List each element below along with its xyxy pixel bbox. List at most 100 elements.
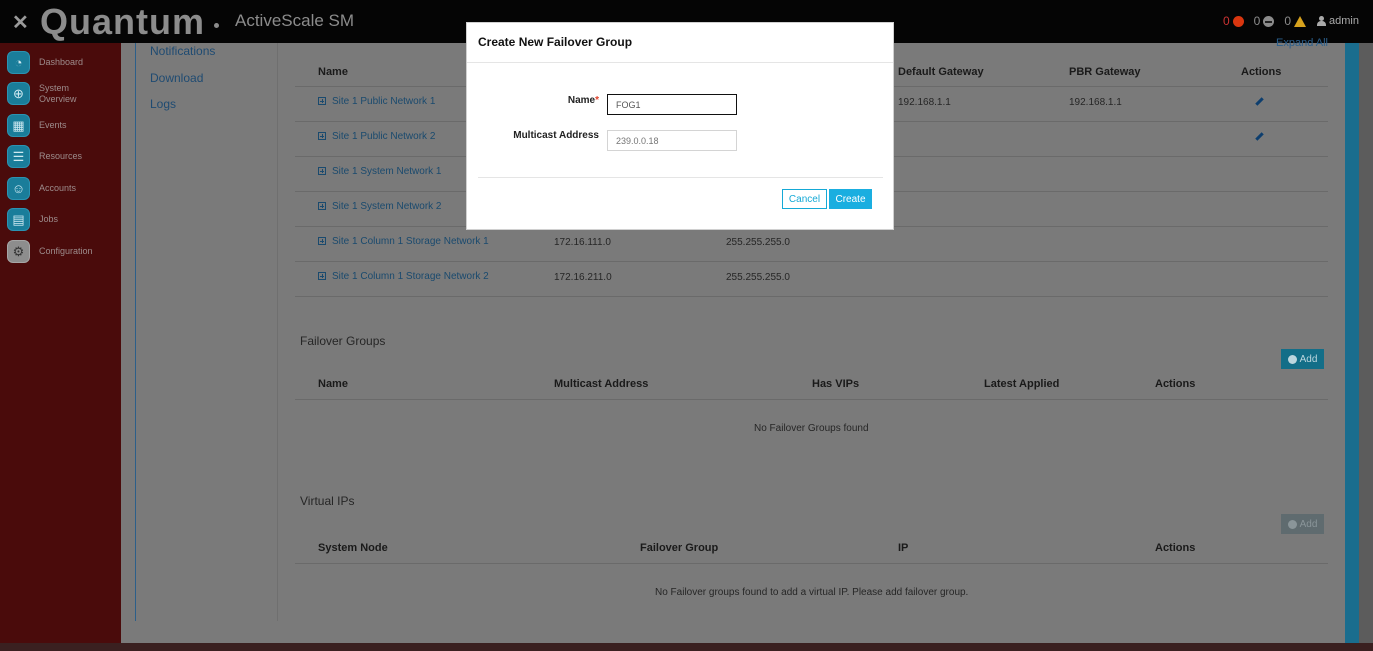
vip-col-actions: Actions — [1155, 542, 1196, 554]
disabled-count[interactable]: 0 — [1254, 14, 1261, 28]
fog-col-name: Name — [318, 378, 348, 390]
networks-col-gateway: Default Gateway — [898, 66, 984, 78]
warning-icon[interactable] — [1294, 15, 1307, 27]
sidebar-item-label: Dashboard — [39, 57, 84, 67]
name-input[interactable] — [607, 94, 737, 115]
sidebar-item-events[interactable]: ▦ Events — [7, 114, 67, 137]
add-failover-group-button[interactable]: Add — [1281, 349, 1324, 369]
expand-all-link[interactable]: Expand All — [1276, 37, 1328, 49]
create-failover-group-dialog: Create New Failover Group Name* Multicas… — [466, 22, 894, 230]
network-row-4-name[interactable]: Site 1 System Network 2 — [318, 201, 441, 212]
vip-col-failover-group: Failover Group — [640, 542, 719, 554]
fog-col-latest-applied: Latest Applied — [984, 378, 1060, 390]
sidebar: ◔ Dashboard ⊕ System Overview ▦ Events ☰… — [0, 43, 121, 651]
expand-icon[interactable] — [318, 97, 326, 105]
name-field-label: Name* — [568, 95, 599, 106]
create-button[interactable]: Create — [829, 189, 872, 209]
network-name: Site 1 Public Network 2 — [332, 131, 436, 142]
network-name: Site 1 Column 1 Storage Network 2 — [332, 271, 489, 282]
brand-logo: Quantum — [40, 1, 205, 42]
expand-icon[interactable] — [318, 237, 326, 245]
subnav-divider — [277, 43, 278, 621]
network-name: Site 1 Public Network 1 — [332, 96, 436, 107]
sidebar-item-dashboard[interactable]: ◔ Dashboard — [7, 51, 83, 74]
sidebar-item-label: Jobs — [39, 214, 59, 224]
sidebar-item-label: Resources — [39, 151, 83, 161]
networks-col-name: Name — [318, 66, 348, 78]
scrollbar[interactable] — [1345, 43, 1359, 643]
subnav-download[interactable]: Download — [150, 71, 203, 85]
sidebar-item-label: Accounts — [39, 183, 77, 193]
edit-icon[interactable] — [1255, 97, 1264, 106]
dialog-footer-divider — [478, 177, 883, 178]
network-row-5-name[interactable]: Site 1 Column 1 Storage Network 1 — [318, 236, 489, 247]
network-row-1-gateway: 192.168.1.1 — [898, 97, 951, 108]
subnav-rail — [135, 43, 136, 621]
user-name[interactable]: admin — [1329, 15, 1359, 27]
multicast-field-label: Multicast Address — [513, 130, 599, 141]
network-row-1-name[interactable]: Site 1 Public Network 1 — [318, 96, 435, 107]
close-icon[interactable]: ✕ — [12, 10, 29, 35]
fog-col-actions: Actions — [1155, 378, 1196, 390]
network-row-5-subnet: 172.16.111.0 — [554, 237, 611, 248]
network-row-6-name[interactable]: Site 1 Column 1 Storage Network 2 — [318, 271, 489, 282]
sidebar-item-label: Configuration — [39, 246, 93, 256]
sidebar-item-resources[interactable]: ☰ Resources — [7, 145, 82, 168]
sidebar-item-system-overview[interactable]: ⊕ System Overview — [7, 82, 79, 105]
expand-icon[interactable] — [318, 167, 326, 175]
network-name: Site 1 System Network 2 — [332, 201, 442, 212]
add-label: Add — [1299, 353, 1318, 365]
dialog-title: Create New Failover Group — [478, 35, 633, 49]
network-row-3-name[interactable]: Site 1 System Network 1 — [318, 166, 441, 177]
network-row-1-pbr: 192.168.1.1 — [1069, 97, 1122, 108]
sidebar-item-configuration[interactable]: ⚙ Configuration — [7, 240, 93, 263]
bottom-strip — [0, 643, 1373, 651]
plus-circle-icon — [1287, 354, 1297, 364]
vip-empty-message: No Failover groups found to add a virtua… — [655, 587, 969, 598]
name-label-text: Name — [567, 95, 596, 106]
users-icon: ☺ — [7, 177, 30, 200]
database-icon: ☰ — [7, 145, 30, 168]
warning-count[interactable]: 0 — [1284, 14, 1291, 28]
add-virtual-ip-button[interactable]: Add — [1281, 514, 1324, 534]
failover-groups-title: Failover Groups — [300, 334, 386, 348]
fog-empty-message: No Failover Groups found — [754, 423, 869, 434]
expand-icon[interactable] — [318, 272, 326, 280]
subnav-notifications[interactable]: Notifications — [150, 44, 215, 58]
subnav-logs[interactable]: Logs — [150, 97, 176, 111]
add-label: Add — [1299, 518, 1318, 530]
networks-col-actions: Actions — [1241, 66, 1282, 78]
disabled-icon[interactable] — [1263, 15, 1275, 27]
globe-icon: ⊕ — [7, 82, 30, 105]
user-icon[interactable] — [1317, 16, 1327, 26]
error-count[interactable]: 0 — [1223, 14, 1230, 28]
clipboard-icon: ▤ — [7, 208, 30, 231]
error-icon[interactable] — [1232, 15, 1244, 27]
table-divider — [295, 399, 1328, 400]
sidebar-item-label: Events — [39, 120, 67, 130]
network-name: Site 1 System Network 1 — [332, 166, 442, 177]
sidebar-item-jobs[interactable]: ▤ Jobs — [7, 208, 58, 231]
network-name: Site 1 Column 1 Storage Network 1 — [332, 236, 489, 247]
expand-icon[interactable] — [318, 202, 326, 210]
calendar-icon: ▦ — [7, 114, 30, 137]
networks-col-pbr: PBR Gateway — [1069, 66, 1141, 78]
fog-col-multicast: Multicast Address — [554, 378, 649, 390]
table-divider — [295, 261, 1328, 262]
expand-icon[interactable] — [318, 132, 326, 140]
network-row-6-subnet: 172.16.211.0 — [554, 272, 612, 283]
required-marker: * — [595, 95, 599, 106]
product-name: ActiveScale SM — [235, 11, 355, 30]
sidebar-item-accounts[interactable]: ☺ Accounts — [7, 177, 76, 200]
brand-logo-dot — [214, 23, 219, 28]
edit-icon[interactable] — [1255, 132, 1264, 141]
fog-col-has-vips: Has VIPs — [812, 378, 860, 390]
cancel-button[interactable]: Cancel — [782, 189, 827, 209]
network-row-6-mask: 255.255.255.0 — [726, 272, 790, 283]
multicast-address-input[interactable] — [607, 130, 737, 151]
page-edge — [1359, 43, 1373, 651]
network-row-2-name[interactable]: Site 1 Public Network 2 — [318, 131, 435, 142]
virtual-ips-title: Virtual IPs — [300, 494, 355, 508]
status-indicators: 0 0 0 admin — [1223, 14, 1359, 28]
vip-col-ip: IP — [898, 542, 909, 554]
